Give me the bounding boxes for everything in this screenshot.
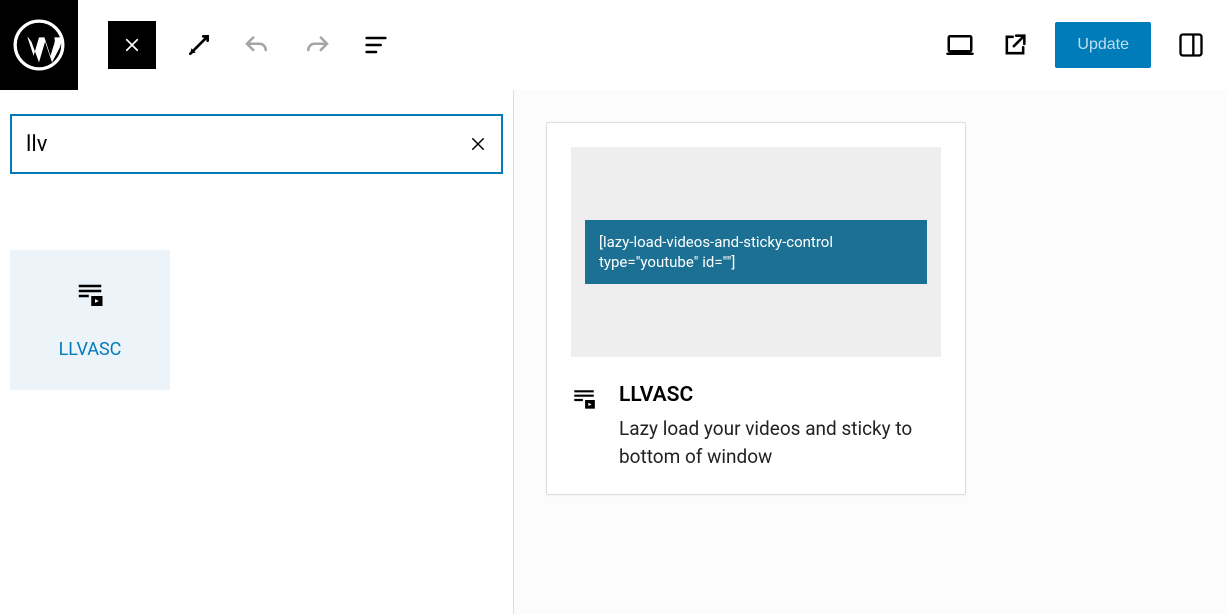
toolbar-left-group xyxy=(78,21,390,69)
block-result-label: LLVASC xyxy=(59,339,122,360)
editor-main: LLVASC [lazy-load-videos-and-sticky-cont… xyxy=(0,90,1227,614)
block-result-llvasc[interactable]: LLVASC xyxy=(10,250,170,390)
update-button[interactable]: Update xyxy=(1055,22,1151,68)
tools-icon[interactable] xyxy=(186,32,212,58)
settings-sidebar-icon[interactable] xyxy=(1177,31,1205,59)
redo-icon xyxy=(302,30,332,60)
external-link-icon[interactable] xyxy=(1001,31,1029,59)
block-preview-title: LLVASC xyxy=(619,383,941,407)
block-inserter-panel: LLVASC xyxy=(0,90,514,614)
toolbar-right-group: Update xyxy=(945,22,1227,68)
document-overview-icon[interactable] xyxy=(362,31,390,59)
block-preview-visual: [lazy-load-videos-and-sticky-control typ… xyxy=(571,147,941,357)
editor-toolbar: Update xyxy=(0,0,1227,90)
device-preview-icon[interactable] xyxy=(945,30,975,60)
shortcode-preview: [lazy-load-videos-and-sticky-control typ… xyxy=(585,220,927,285)
undo-icon xyxy=(242,30,272,60)
editor-canvas: [lazy-load-videos-and-sticky-control typ… xyxy=(514,90,1227,614)
close-inserter-button[interactable] xyxy=(108,21,156,69)
block-search-input[interactable] xyxy=(26,132,469,157)
wordpress-logo[interactable] xyxy=(0,0,78,90)
block-preview-card: [lazy-load-videos-and-sticky-control typ… xyxy=(546,122,966,495)
block-search-box xyxy=(10,114,503,174)
llvasc-block-icon xyxy=(75,281,105,315)
clear-search-button[interactable] xyxy=(469,135,487,153)
block-preview-text: Lazy load your videos and sticky to bott… xyxy=(619,415,941,470)
llvasc-preview-icon xyxy=(571,383,597,470)
block-preview-description: LLVASC Lazy load your videos and sticky … xyxy=(571,383,941,470)
